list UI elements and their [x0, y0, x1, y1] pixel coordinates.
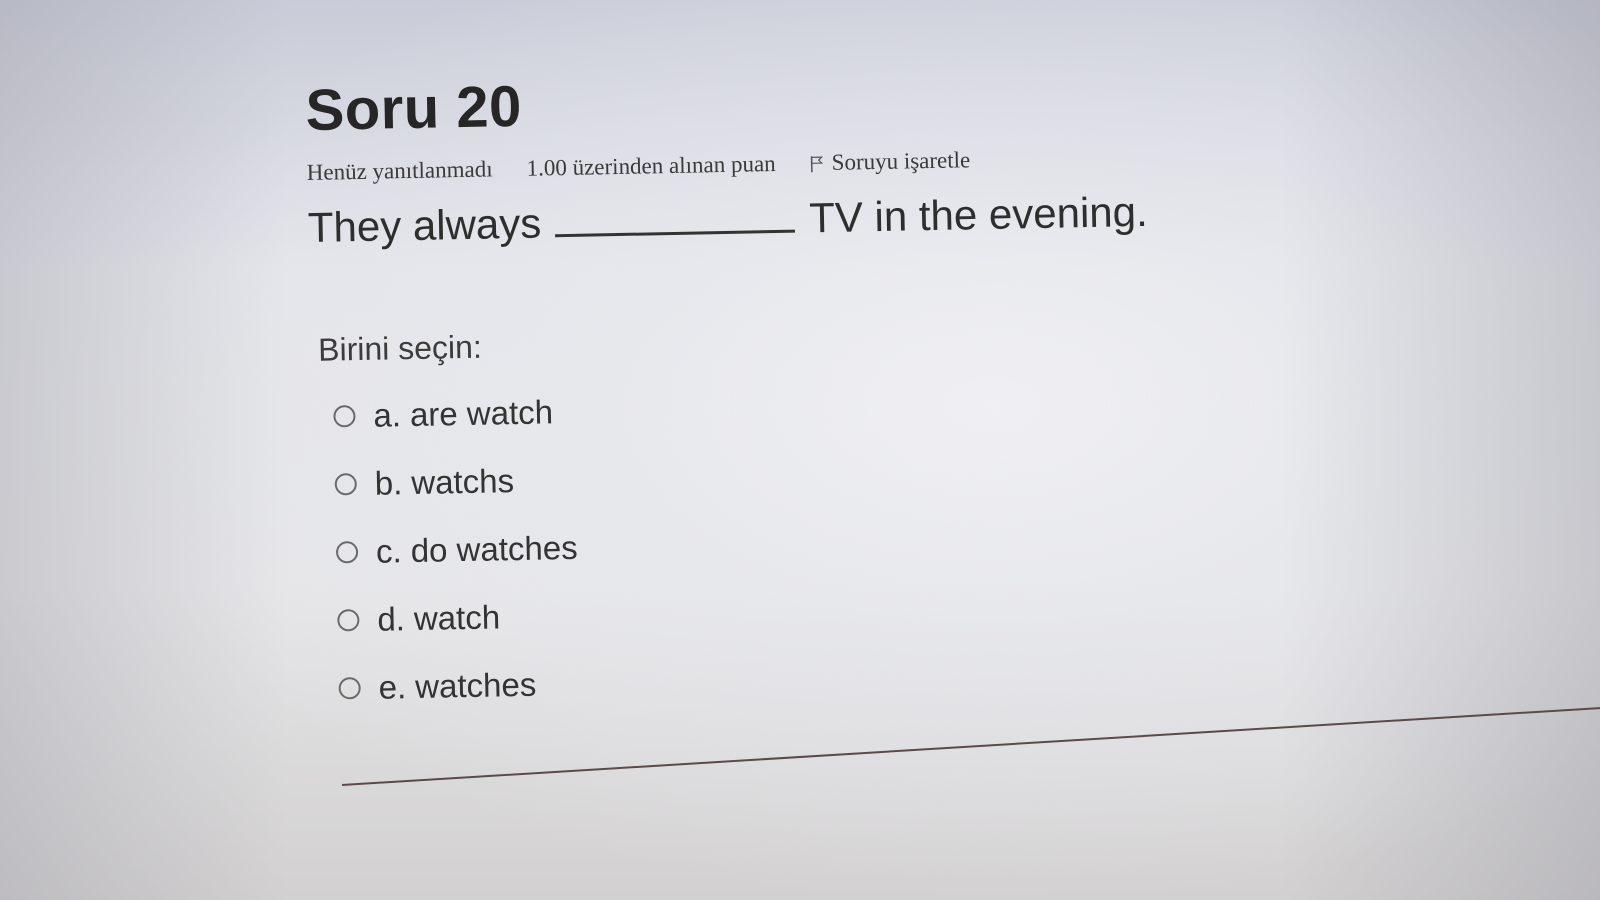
- question-title: Soru 20: [304, 73, 523, 143]
- radio-button[interactable]: [333, 405, 356, 428]
- option-text: watchs: [410, 462, 515, 502]
- answer-prompt: Birini seçin:: [317, 328, 483, 368]
- question-block: Soru 20 Henüz yanıtlanmadı 1.00 üzerinde…: [305, 61, 1317, 723]
- question-text-before: They always: [307, 199, 542, 251]
- option-letter: c.: [375, 532, 403, 570]
- flag-icon: [809, 153, 824, 173]
- option-letter: a.: [373, 396, 402, 434]
- option-text: watches: [414, 665, 537, 705]
- question-grade: 1.00 üzerinden alınan puan: [526, 150, 776, 181]
- option-letter: e.: [378, 668, 407, 706]
- radio-button[interactable]: [337, 609, 360, 632]
- answer-options: a. are watch b. watchs c. do watches d. …: [333, 364, 1317, 723]
- option-text: do watches: [410, 528, 578, 570]
- option-text: are watch: [409, 393, 554, 434]
- radio-button[interactable]: [334, 473, 357, 496]
- radio-button[interactable]: [335, 541, 359, 564]
- flag-question-link[interactable]: Soruyu işaretle: [809, 147, 970, 176]
- question-info: Henüz yanıtlanmadı 1.00 üzerinden alınan…: [307, 141, 1307, 186]
- radio-button[interactable]: [338, 677, 361, 700]
- question-text-after: TV in the evening.: [808, 187, 1149, 242]
- answer-blank: [555, 228, 796, 238]
- flag-question-label: Soruyu işaretle: [831, 147, 971, 175]
- question-status: Henüz yanıtlanmadı: [306, 156, 493, 185]
- option-text: watch: [413, 598, 501, 638]
- question-text: They always TV in the evening.: [307, 185, 1308, 252]
- option-letter: b.: [374, 464, 403, 502]
- option-letter: d.: [377, 600, 406, 638]
